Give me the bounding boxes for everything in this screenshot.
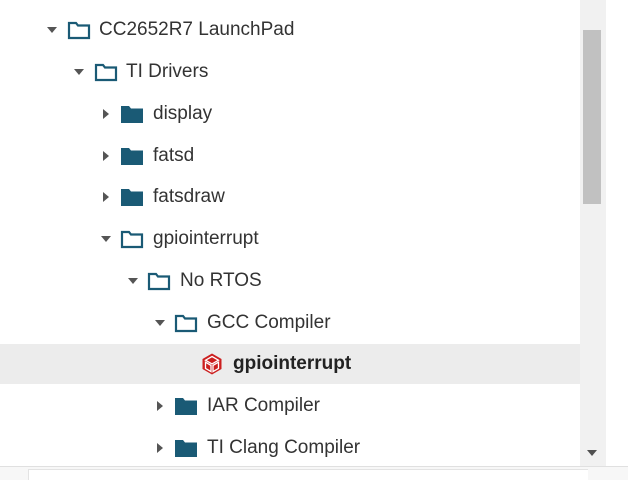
tree-row-label: TI Drivers — [126, 61, 209, 82]
scroll-down-arrow-icon[interactable] — [585, 446, 599, 460]
caret-right-icon[interactable] — [153, 441, 167, 455]
folder-outline-icon — [120, 227, 144, 251]
folder-outline-icon — [94, 60, 118, 84]
project-tree: CC2652R7 LaunchPad TI Drivers display fa… — [0, 0, 580, 466]
tree-row-display[interactable]: display — [0, 94, 580, 134]
tree-row-label: display — [153, 103, 213, 124]
tree-row-ti-clang-compiler[interactable]: TI Clang Compiler — [0, 428, 580, 466]
tree-row-cc2652r7-launchpad[interactable]: CC2652R7 LaunchPad — [0, 10, 580, 50]
tree-row-label: fatsdraw — [153, 186, 225, 207]
vertical-scrollbar[interactable] — [580, 0, 606, 466]
folder-filled-icon — [120, 144, 144, 168]
caret-down-icon[interactable] — [45, 23, 59, 37]
tree-row-iar-compiler[interactable]: IAR Compiler — [0, 386, 580, 426]
tree-row-gpiointerrupt-folder[interactable]: gpiointerrupt — [0, 219, 580, 259]
folder-outline-icon — [174, 311, 198, 335]
tree-row-label: GCC Compiler — [207, 312, 331, 333]
tree-row-label: gpiointerrupt — [233, 353, 352, 374]
tree-row-label: CC2652R7 LaunchPad — [99, 19, 295, 40]
caret-down-icon[interactable] — [126, 274, 140, 288]
tree-row-label: TI Clang Compiler — [207, 437, 361, 458]
tree-row-ti-drivers[interactable]: TI Drivers — [0, 52, 580, 92]
tree-row-label: fatsd — [153, 145, 195, 166]
caret-down-icon[interactable] — [72, 65, 86, 79]
tree-row-label: gpiointerrupt — [153, 228, 259, 249]
tree-row-gcc-compiler[interactable]: GCC Compiler — [0, 303, 580, 343]
tree-row-label: IAR Compiler — [207, 395, 320, 416]
folder-filled-icon — [174, 394, 198, 418]
caret-right-icon[interactable] — [153, 399, 167, 413]
tree-row-fatsdraw[interactable]: fatsdraw — [0, 177, 580, 217]
folder-filled-icon — [120, 185, 144, 209]
tree-row-no-rtos[interactable]: No RTOS — [0, 261, 580, 301]
bottom-panel-edge — [0, 466, 628, 480]
caret-down-icon[interactable] — [99, 232, 113, 246]
tree-row-fatsd[interactable]: fatsd — [0, 136, 580, 176]
folder-filled-icon — [120, 102, 144, 126]
scrollbar-thumb[interactable] — [583, 30, 601, 204]
caret-right-icon[interactable] — [99, 107, 113, 121]
tree-row-gpiointerrupt-project[interactable]: gpiointerrupt — [0, 344, 580, 384]
folder-filled-icon — [174, 436, 198, 460]
folder-outline-icon — [67, 18, 91, 42]
bottom-panel-tab — [28, 469, 588, 480]
tree-row-label: No RTOS — [180, 270, 262, 291]
caret-right-icon[interactable] — [99, 149, 113, 163]
folder-outline-icon — [147, 269, 171, 293]
project-cube-icon — [200, 352, 224, 376]
caret-right-icon[interactable] — [99, 190, 113, 204]
caret-down-icon[interactable] — [153, 316, 167, 330]
